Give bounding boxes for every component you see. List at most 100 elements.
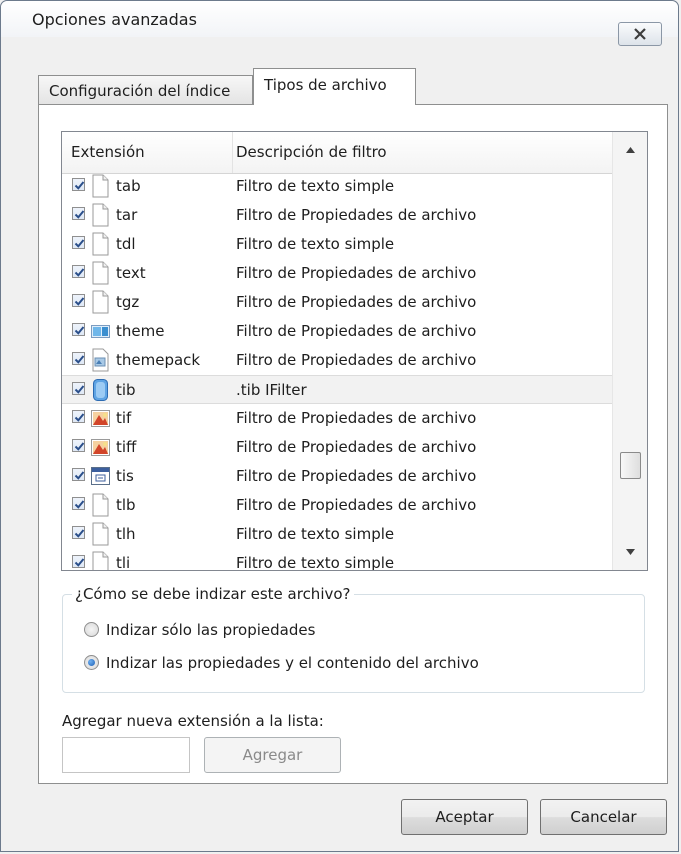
extension-cell: text [116,264,146,282]
file-types-list[interactable]: Extensión Descripción de filtro tab Filtr… [61,131,648,571]
include-checkbox[interactable] [72,410,85,423]
include-checkbox[interactable] [72,178,85,191]
list-item[interactable]: tgz Filtro de Propiedades de archivo [62,288,612,317]
checkmark-icon [74,326,85,335]
checkmark-icon [74,355,85,364]
document-icon [91,493,110,517]
description-cell: Filtro de texto simple [236,525,395,543]
arrow-up-icon [626,147,635,153]
image-icon [91,406,110,430]
checkmark-icon [74,268,85,277]
checkmark-icon [74,558,85,567]
list-item[interactable]: tib .tib IFilter [62,375,612,404]
checkmark-icon [74,529,85,538]
tab-file-types-label: Tipos de archivo [264,76,387,94]
extension-cell: tif [116,409,132,427]
include-checkbox[interactable] [72,497,85,510]
checkmark-icon [74,500,85,509]
document-icon [91,522,110,546]
include-checkbox[interactable] [72,236,85,249]
include-checkbox[interactable] [72,265,85,278]
scroll-up-button[interactable] [613,136,647,166]
include-checkbox[interactable] [72,468,85,481]
dialog-title: Opciones avanzadas [32,10,197,29]
checkmark-icon [74,385,85,394]
extension-cell: tab [116,177,141,195]
extension-cell: tgz [116,293,140,311]
extension-cell: tlb [116,496,136,514]
extension-cell: theme [116,322,165,340]
checkmark-icon [74,181,85,190]
list-item[interactable]: tis Filtro de Propiedades de archivo [62,462,612,491]
description-cell: Filtro de Propiedades de archivo [236,293,477,311]
tab-index-settings[interactable]: Configuración del índice [38,75,253,105]
radio-properties-only-label: Indizar sólo las propiedades [106,621,316,639]
radio-button[interactable] [84,622,99,637]
include-checkbox[interactable] [72,382,85,395]
list-item[interactable]: tif Filtro de Propiedades de archivo [62,404,612,433]
description-cell: Filtro de Propiedades de archivo [236,409,477,427]
cancel-button[interactable]: Cancelar [540,799,667,835]
description-cell: Filtro de Propiedades de archivo [236,264,477,282]
description-cell: Filtro de Propiedades de archivo [236,206,477,224]
scroll-thumb[interactable] [620,452,641,479]
description-cell: Filtro de Propiedades de archivo [236,322,477,340]
column-separator[interactable] [232,132,233,173]
include-checkbox[interactable] [72,294,85,307]
radio-button[interactable] [84,655,99,670]
arrow-down-icon [626,549,635,555]
column-header-extension[interactable]: Extensión [71,143,145,161]
themepack-icon [91,348,110,372]
description-cell: Filtro de Propiedades de archivo [236,496,477,514]
include-checkbox[interactable] [72,439,85,452]
include-checkbox[interactable] [72,526,85,539]
description-cell: Filtro de Propiedades de archivo [236,438,477,456]
title-bar: Opciones avanzadas [1,1,678,37]
vertical-scrollbar[interactable] [612,132,647,570]
include-checkbox[interactable] [72,555,85,568]
scroll-down-button[interactable] [613,538,647,568]
ok-button[interactable]: Aceptar [401,799,528,835]
list-item[interactable]: tdl Filtro de texto simple [62,230,612,259]
extension-cell: tar [116,206,138,224]
extension-cell: tdl [116,235,136,253]
index-options-legend: ¿Cómo se debe indizar este archivo? [72,585,354,603]
add-extension-label: Agregar nueva extensión a la lista: [62,712,324,730]
checkmark-icon [74,297,85,306]
list-item[interactable]: tar Filtro de Propiedades de archivo [62,201,612,230]
checkmark-icon [74,471,85,480]
description-cell: Filtro de Propiedades de archivo [236,467,477,485]
description-cell: .tib IFilter [236,381,307,399]
list-item[interactable]: tlh Filtro de texto simple [62,520,612,549]
column-header-description[interactable]: Descripción de filtro [236,143,387,161]
list-header: Extensión Descripción de filtro [62,132,612,174]
new-extension-input[interactable] [62,737,190,773]
checkmark-icon [74,442,85,451]
tab-file-types[interactable]: Tipos de archivo [253,68,416,105]
list-item[interactable]: tlb Filtro de Propiedades de archivo [62,491,612,520]
list-item[interactable]: text Filtro de Propiedades de archivo [62,259,612,288]
radio-properties-and-content-label: Indizar las propiedades y el contenido d… [106,654,479,672]
index-options-group [62,594,645,693]
include-checkbox[interactable] [72,323,85,336]
tab-index-settings-label: Configuración del índice [49,82,231,100]
list-item[interactable]: tiff Filtro de Propiedades de archivo [62,433,612,462]
add-button[interactable]: Agregar [204,737,341,773]
list-item[interactable]: tli Filtro de texto simple [62,549,612,571]
theme-icon [91,319,110,343]
description-cell: Filtro de texto simple [236,554,395,571]
description-cell: Filtro de texto simple [236,177,395,195]
checkmark-icon [74,239,85,248]
close-button[interactable] [618,22,662,46]
list-item[interactable]: theme Filtro de Propiedades de archivo [62,317,612,346]
list-item[interactable]: themepack Filtro de Propiedades de archiv… [62,346,612,375]
document-icon [91,174,110,198]
list-item[interactable]: tab Filtro de texto simple [62,172,612,201]
description-cell: Filtro de texto simple [236,235,395,253]
include-checkbox[interactable] [72,352,85,365]
document-icon [91,551,110,570]
document-icon [91,290,110,314]
extension-cell: tlh [116,525,136,543]
description-cell: Filtro de Propiedades de archivo [236,351,477,369]
include-checkbox[interactable] [72,207,85,220]
